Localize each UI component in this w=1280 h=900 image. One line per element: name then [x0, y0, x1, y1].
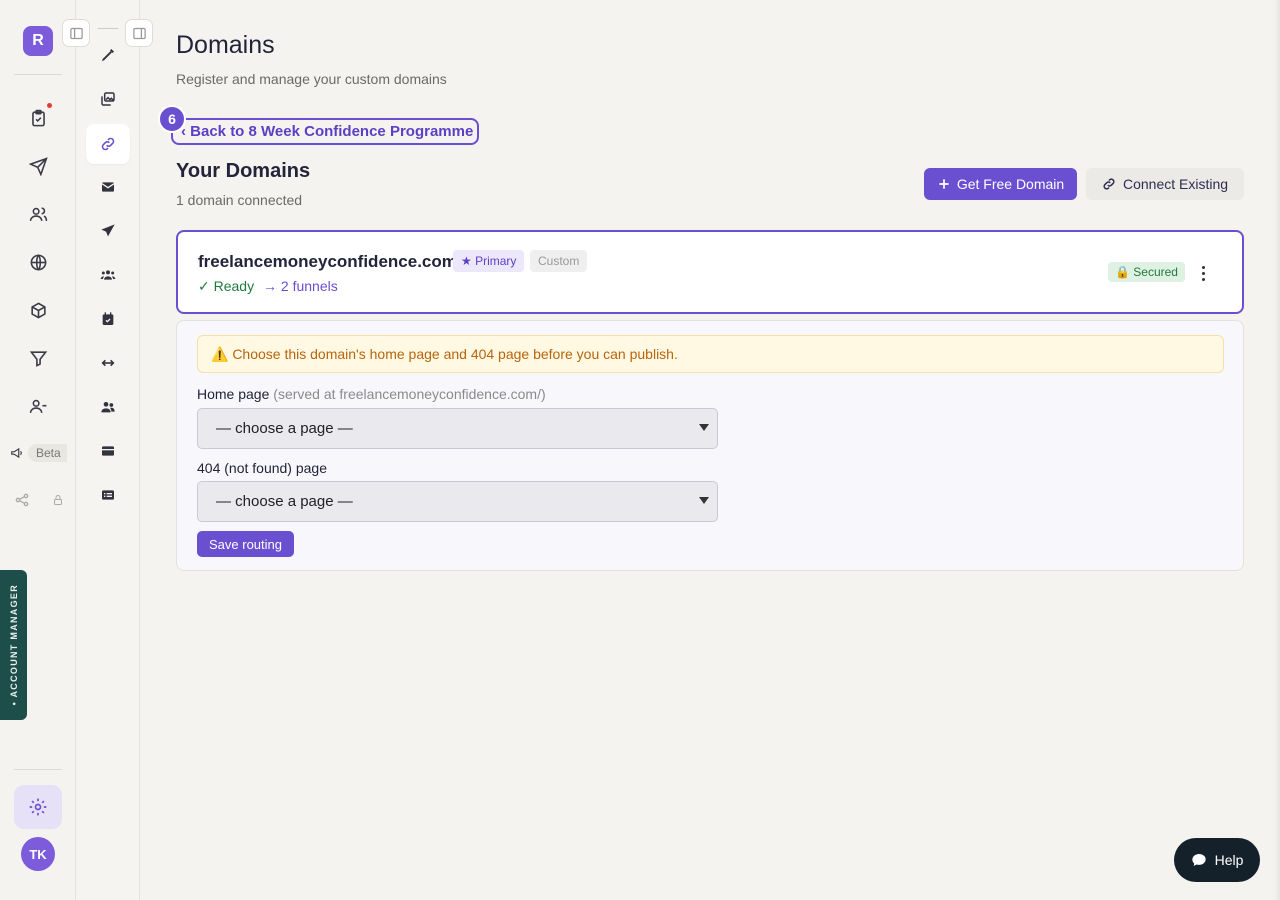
logo-letter: R — [32, 32, 44, 49]
custom-tag: Custom — [530, 250, 588, 272]
rail-divider — [14, 769, 62, 770]
funnel-icon[interactable] — [24, 344, 52, 372]
chevron-down-icon — [699, 497, 709, 504]
domain-card[interactable]: freelancemoneyconfidence.com ★ Primary C… — [176, 230, 1244, 314]
home-page-select-value: — choose a page — — [216, 420, 353, 437]
user-group-icon[interactable] — [86, 387, 130, 427]
beta-feature[interactable]: Beta — [10, 444, 67, 462]
send-icon[interactable] — [24, 152, 52, 180]
save-routing-button[interactable]: Save routing — [197, 531, 294, 557]
get-free-domain-label: Get Free Domain — [956, 176, 1065, 192]
account-manager-label: • ACCOUNT MANAGER — [8, 584, 19, 706]
guide-step-badge: 6 — [158, 105, 186, 133]
arrows-horizontal-icon[interactable] — [86, 343, 130, 383]
primary-rail: R Beta • ACCOUNT MANAGER TK — [0, 0, 76, 900]
credit-card-icon[interactable] — [86, 431, 130, 471]
lock-icon — [54, 495, 62, 505]
home-page-label-text: Home page — [197, 386, 270, 402]
domain-name: freelancemoneyconfidence.com — [198, 252, 457, 271]
home-page-label: Home page (served at freelancemoneyconfi… — [197, 386, 546, 402]
link-icon[interactable] — [86, 124, 130, 164]
home-page-hint: (served at freelancemoneyconfidence.com/… — [273, 386, 546, 402]
page-title: Domains — [176, 31, 275, 59]
pen-icon[interactable] — [86, 35, 130, 75]
section-title: Your Domains — [176, 160, 311, 182]
funnels-link[interactable]: → 2 funnels — [263, 278, 338, 294]
images-icon[interactable] — [86, 79, 130, 119]
calendar-icon[interactable] — [86, 299, 130, 339]
notfound-page-label: 404 (not found) page — [197, 460, 327, 476]
primary-tag: ★ Primary — [453, 250, 525, 272]
sidebar-toggle-icon — [69, 27, 83, 39]
workspace-logo[interactable]: R — [23, 26, 53, 56]
domain-status: ✓ Ready — [198, 278, 255, 294]
account-manager-tab[interactable]: • ACCOUNT MANAGER — [0, 570, 27, 720]
notfound-page-select-value: — choose a page — — [216, 493, 353, 510]
mail-icon[interactable] — [86, 167, 130, 207]
users-icon[interactable] — [86, 255, 130, 295]
link-icon — [1103, 178, 1115, 190]
secured-badge: 🔒 Secured — [1108, 262, 1185, 282]
help-label: Help — [1214, 852, 1244, 868]
team-icon[interactable] — [24, 392, 52, 420]
domain-count: 1 domain connected — [176, 192, 303, 208]
connect-existing-button[interactable]: Connect Existing — [1086, 168, 1244, 200]
share-icon[interactable] — [14, 492, 30, 508]
collapse-rail-toggle[interactable] — [62, 19, 90, 47]
publish-warning: ⚠️ Choose this domain's home page and 40… — [197, 335, 1224, 373]
edge-shadow — [1274, 0, 1280, 900]
home-page-select[interactable]: — choose a page — — [197, 408, 718, 449]
collapse-sidebar-toggle[interactable] — [125, 19, 153, 47]
connect-existing-label: Connect Existing — [1122, 176, 1229, 192]
plus-icon — [939, 179, 949, 189]
notification-dot — [47, 103, 52, 108]
rail-divider — [14, 74, 62, 75]
secondary-sidebar — [76, 0, 140, 900]
avatar-initials: TK — [29, 846, 47, 862]
globe-icon[interactable] — [24, 248, 52, 276]
share-row — [14, 492, 64, 508]
paper-plane-icon[interactable] — [86, 211, 130, 251]
box-icon[interactable] — [24, 296, 52, 324]
user-avatar[interactable]: TK — [21, 837, 55, 871]
sidebar-divider — [98, 28, 118, 29]
clipboard-icon[interactable] — [24, 104, 52, 132]
page-subtitle: Register and manage your custom domains — [176, 71, 447, 87]
more-options-icon[interactable] — [1194, 262, 1212, 284]
gear-icon — [29, 798, 47, 816]
help-button[interactable]: Help — [1174, 838, 1260, 882]
form-list-icon[interactable] — [86, 475, 130, 515]
notfound-page-select[interactable]: — choose a page — — [197, 481, 718, 522]
chevron-down-icon — [699, 424, 709, 431]
contacts-icon[interactable] — [24, 200, 52, 228]
beta-badge: Beta — [28, 444, 67, 462]
settings-button[interactable] — [14, 785, 62, 829]
routing-panel: ⚠️ Choose this domain's home page and 40… — [176, 320, 1244, 571]
get-free-domain-button[interactable]: Get Free Domain — [924, 168, 1077, 200]
sidebar-toggle-icon — [132, 27, 146, 39]
chat-bubble-icon — [1191, 854, 1206, 866]
megaphone-icon — [11, 447, 22, 459]
back-to-programme-link[interactable]: ‹ Back to 8 Week Confidence Programme — [171, 118, 480, 145]
